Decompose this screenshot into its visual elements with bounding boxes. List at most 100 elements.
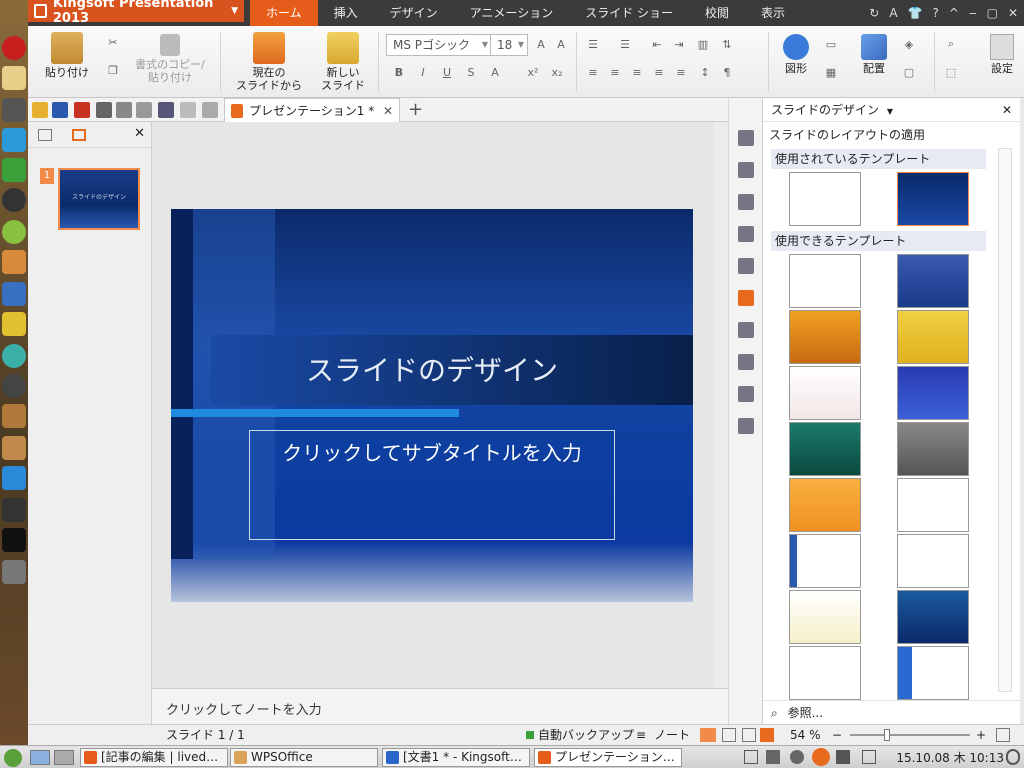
strikethrough-icon[interactable]: S: [462, 64, 480, 80]
close-tab-icon[interactable]: ✕: [383, 104, 393, 118]
color-scheme-icon[interactable]: [738, 194, 754, 210]
find-icon[interactable]: ⌕: [942, 36, 960, 52]
bullets-icon[interactable]: ☰: [584, 36, 602, 52]
gear-icon[interactable]: [2, 374, 26, 398]
fill-icon[interactable]: ◈: [900, 36, 918, 52]
opera-icon[interactable]: [2, 36, 26, 60]
browse-button[interactable]: ⌕ 参照...: [763, 700, 1020, 724]
outline-view-icon[interactable]: [38, 129, 52, 141]
terminal-icon[interactable]: [2, 528, 26, 552]
layout-icon[interactable]: [738, 162, 754, 178]
slide-title[interactable]: スライドのデザイン: [171, 349, 693, 389]
slides-view-icon[interactable]: [72, 129, 86, 141]
image-editor-icon[interactable]: [2, 282, 26, 306]
taskbar-item[interactable]: プレゼンテーション…: [534, 748, 682, 767]
display-icon[interactable]: [744, 750, 758, 764]
shapes-icon[interactable]: [738, 386, 754, 402]
taskbar-item[interactable]: [文書1 * - Kingsoft…: [382, 748, 530, 767]
network-icon[interactable]: [766, 750, 780, 764]
design-pane-icon[interactable]: [738, 290, 754, 306]
text-box-icon[interactable]: ▭: [822, 36, 840, 52]
outline-icon[interactable]: ▢: [900, 64, 918, 80]
subtitle-placeholder[interactable]: クリックしてサブタイトルを入力: [249, 430, 615, 540]
align-left-icon[interactable]: ≡: [584, 64, 602, 80]
template-thumbnail[interactable]: [789, 478, 861, 532]
line-spacing-icon[interactable]: ↕: [696, 64, 714, 80]
columns-icon[interactable]: ▥: [694, 36, 712, 52]
maximize-icon[interactable]: ▢: [987, 6, 998, 20]
close-icon[interactable]: ✕: [1008, 6, 1018, 20]
font-size-select[interactable]: 18 ▼: [490, 34, 528, 56]
reading-view-icon[interactable]: [742, 728, 756, 742]
select-icon[interactable]: ⬚: [942, 64, 960, 80]
bug-icon[interactable]: [2, 220, 26, 244]
customize-icon[interactable]: [202, 102, 218, 118]
tab-design[interactable]: デザイン: [374, 0, 454, 26]
start-menu-icon[interactable]: [4, 749, 22, 767]
template-thumbnail[interactable]: [789, 590, 861, 644]
paint-icon[interactable]: [2, 250, 26, 274]
minimize-icon[interactable]: ‒: [969, 6, 977, 20]
shrink-font-icon[interactable]: A: [552, 36, 570, 52]
fit-window-icon[interactable]: [996, 728, 1010, 742]
print-icon[interactable]: [96, 102, 112, 118]
numbering-icon[interactable]: ☰: [616, 36, 634, 52]
zoom-level[interactable]: 54 %: [790, 725, 821, 745]
zoom-out-icon[interactable]: −: [832, 725, 842, 745]
template-thumbnail[interactable]: [789, 310, 861, 364]
notes-toggle[interactable]: ノート: [654, 725, 690, 745]
shape-button[interactable]: 図形: [776, 34, 816, 75]
save-icon[interactable]: [52, 102, 68, 118]
volume-icon[interactable]: [836, 750, 850, 764]
template-thumbnail[interactable]: [789, 172, 861, 226]
template-thumbnail[interactable]: [897, 366, 969, 420]
open-folder-icon[interactable]: [32, 102, 48, 118]
text-direction-icon[interactable]: ⇅: [718, 36, 736, 52]
zoom-slider[interactable]: [850, 734, 970, 736]
new-doc-icon[interactable]: [738, 130, 754, 146]
picture-icon[interactable]: ▦: [822, 64, 840, 80]
template-thumbnail[interactable]: [897, 590, 969, 644]
tab-home[interactable]: ホーム: [250, 0, 318, 26]
design-pane-title[interactable]: スライドのデザイン: [771, 103, 879, 117]
template-thumbnail[interactable]: [897, 254, 969, 308]
tab-animation[interactable]: アニメーション: [454, 0, 570, 26]
editor-scrollbar[interactable]: [714, 122, 728, 688]
template-thumbnail[interactable]: [897, 478, 969, 532]
superscript-icon[interactable]: x²: [524, 64, 542, 80]
battery-icon[interactable]: [2, 158, 26, 182]
subscript-icon[interactable]: x₂: [548, 64, 566, 80]
close-panel-icon[interactable]: ✕: [134, 126, 145, 141]
calendar-icon[interactable]: [862, 750, 876, 764]
disc-icon[interactable]: [2, 188, 26, 212]
underline-icon[interactable]: U: [438, 64, 456, 80]
align-center-icon[interactable]: ≡: [606, 64, 624, 80]
new-tab-icon[interactable]: +: [408, 99, 423, 120]
paste-button[interactable]: 貼り付け: [36, 32, 98, 79]
from-current-slide-button[interactable]: 現在の スライドから: [226, 32, 312, 92]
redo-icon[interactable]: [180, 102, 196, 118]
collapse-ribbon-icon[interactable]: ^: [949, 6, 959, 20]
custom-animation-icon[interactable]: [738, 322, 754, 338]
template-thumbnail[interactable]: [897, 534, 969, 588]
power-icon[interactable]: [1006, 749, 1020, 765]
pen-icon[interactable]: [2, 98, 26, 122]
italic-icon[interactable]: I: [414, 64, 432, 80]
tab-view[interactable]: 表示: [745, 0, 801, 26]
clock[interactable]: 15.10.08 木 10:13: [896, 749, 1004, 766]
backup-icon[interactable]: [738, 418, 754, 434]
template-thumbnail[interactable]: [897, 172, 969, 226]
tab-slideshow[interactable]: スライド ショー: [569, 0, 689, 26]
template-thumbnail[interactable]: [789, 646, 861, 700]
font-color-icon[interactable]: A: [486, 64, 504, 80]
template-thumbnail[interactable]: [897, 646, 969, 700]
print-preview-icon[interactable]: [116, 102, 132, 118]
copy-icon[interactable]: ❐: [104, 62, 122, 78]
notes-area[interactable]: クリックしてノートを入力: [152, 688, 728, 724]
template-thumbnail[interactable]: [897, 422, 969, 476]
tab-insert[interactable]: 挿入: [318, 0, 374, 26]
ime-icon[interactable]: [812, 748, 830, 766]
template-thumbnail[interactable]: [789, 534, 861, 588]
transition-icon[interactable]: [738, 258, 754, 274]
new-slide-button[interactable]: 新しい スライド: [318, 32, 368, 92]
